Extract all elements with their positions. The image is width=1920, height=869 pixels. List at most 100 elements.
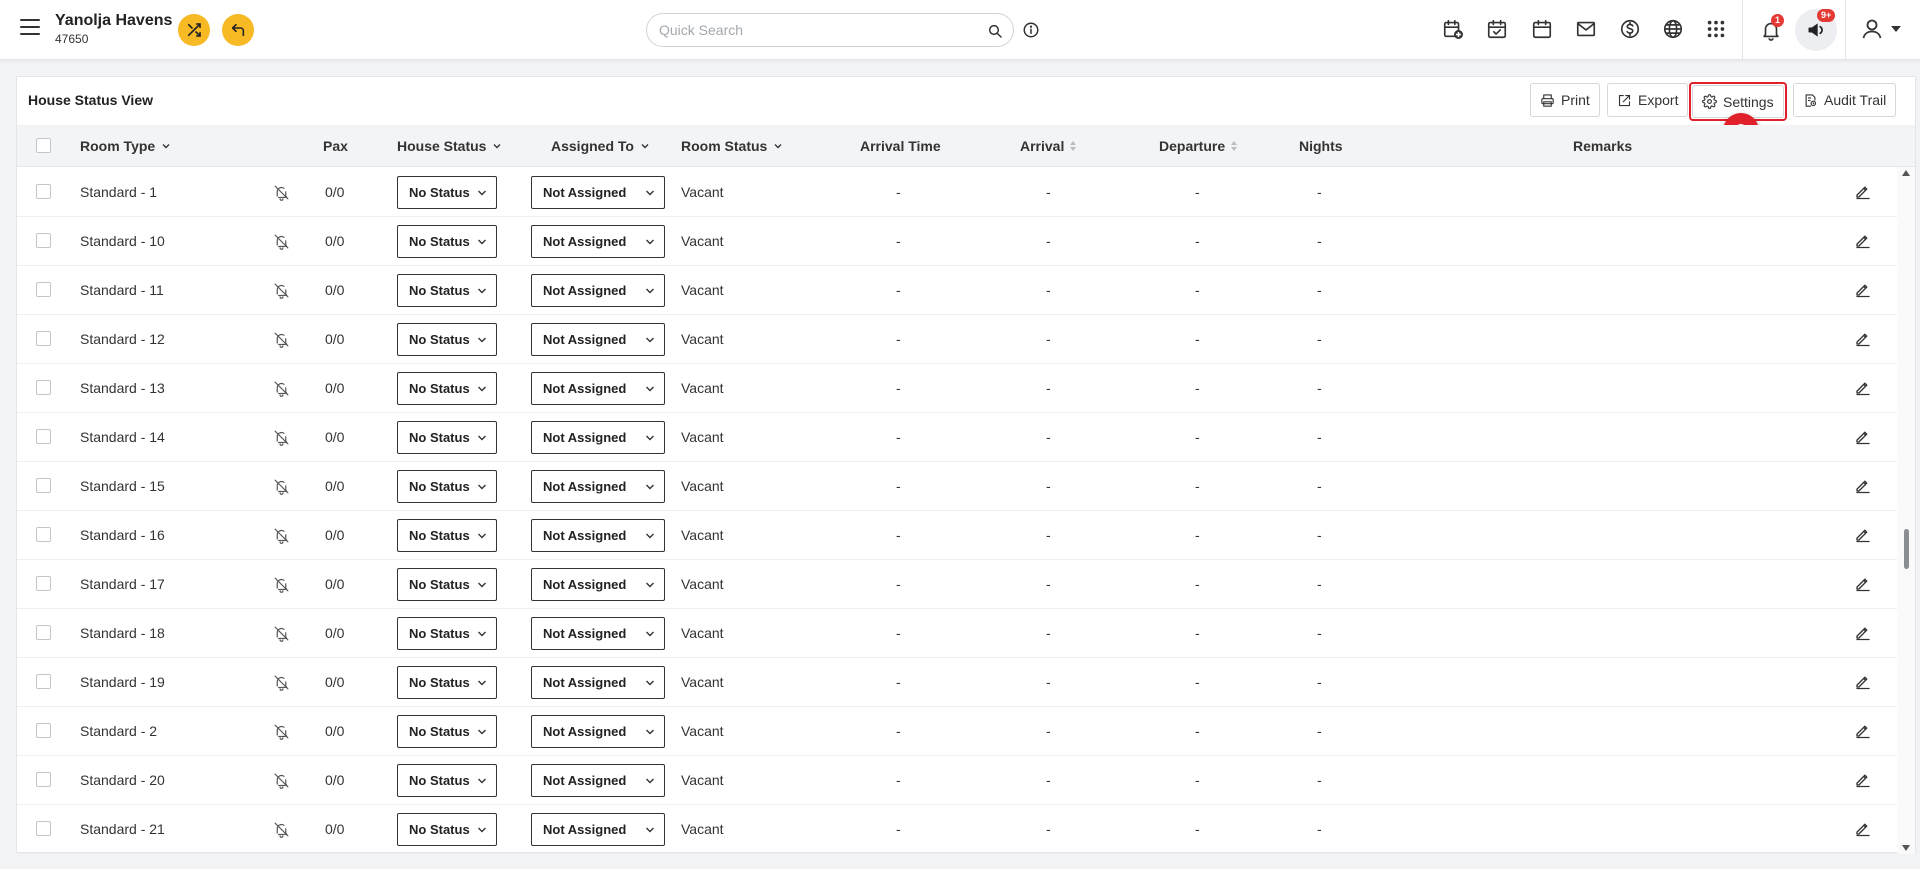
row-checkbox[interactable] xyxy=(36,282,51,297)
house-status-select[interactable]: No Status xyxy=(397,764,497,797)
do-not-disturb-icon xyxy=(274,381,289,397)
edit-icon[interactable] xyxy=(1854,623,1872,641)
search-input[interactable] xyxy=(659,22,959,38)
assigned-to-value: Not Assigned xyxy=(543,479,627,494)
edit-icon[interactable] xyxy=(1854,476,1872,494)
quick-search[interactable] xyxy=(646,13,1014,47)
row-checkbox[interactable] xyxy=(36,331,51,346)
row-checkbox[interactable] xyxy=(36,821,51,836)
column-room-status[interactable]: Room Status xyxy=(681,138,783,154)
column-house-status[interactable]: House Status xyxy=(397,138,502,154)
assigned-to-select[interactable]: Not Assigned xyxy=(531,666,665,699)
assigned-to-select[interactable]: Not Assigned xyxy=(531,372,665,405)
print-label: Print xyxy=(1561,92,1590,108)
audit-trail-button[interactable]: Audit Trail xyxy=(1793,83,1897,117)
house-status-select[interactable]: No Status xyxy=(397,323,497,356)
row-checkbox[interactable] xyxy=(36,625,51,640)
nights-value: - xyxy=(1317,282,1322,298)
info-icon[interactable] xyxy=(1022,21,1040,39)
row-checkbox[interactable] xyxy=(36,380,51,395)
search-icon[interactable] xyxy=(987,23,1003,39)
scrollbar-thumb[interactable] xyxy=(1904,529,1909,569)
nights-value: - xyxy=(1317,331,1322,347)
row-checkbox[interactable] xyxy=(36,527,51,542)
megaphone-icon xyxy=(1808,23,1823,37)
assigned-to-select[interactable]: Not Assigned xyxy=(531,715,665,748)
assigned-to-select[interactable]: Not Assigned xyxy=(531,617,665,650)
house-status-select[interactable]: No Status xyxy=(397,372,497,405)
arrival-value: - xyxy=(1046,184,1051,200)
house-status-select[interactable]: No Status xyxy=(397,225,497,258)
room-status-value: Vacant xyxy=(681,478,724,494)
row-checkbox[interactable] xyxy=(36,184,51,199)
assigned-to-select[interactable]: Not Assigned xyxy=(531,274,665,307)
scroll-up-arrow[interactable] xyxy=(1902,170,1910,176)
house-status-select[interactable]: No Status xyxy=(397,715,497,748)
globe-icon[interactable] xyxy=(1662,18,1684,40)
column-room-type[interactable]: Room Type xyxy=(80,138,171,154)
column-departure[interactable]: Departure xyxy=(1159,138,1238,154)
house-status-select[interactable]: No Status xyxy=(397,813,497,846)
user-avatar-icon[interactable] xyxy=(1860,17,1884,41)
edit-icon[interactable] xyxy=(1854,378,1872,396)
export-button[interactable]: Export xyxy=(1607,83,1689,117)
row-checkbox[interactable] xyxy=(36,772,51,787)
row-checkbox[interactable] xyxy=(36,478,51,493)
edit-icon[interactable] xyxy=(1854,231,1872,249)
house-status-select[interactable]: No Status xyxy=(397,568,497,601)
row-checkbox[interactable] xyxy=(36,233,51,248)
assigned-to-select[interactable]: Not Assigned xyxy=(531,421,665,454)
calendar-icon[interactable] xyxy=(1531,18,1553,40)
assigned-to-select[interactable]: Not Assigned xyxy=(531,470,665,503)
vertical-scrollbar[interactable] xyxy=(1897,167,1915,854)
user-menu-caret-icon[interactable] xyxy=(1890,24,1902,34)
arrival-value: - xyxy=(1046,478,1051,494)
apps-grid-icon[interactable] xyxy=(1705,18,1727,40)
shuffle-button[interactable] xyxy=(178,14,210,46)
calendar-add-icon[interactable] xyxy=(1442,18,1464,40)
calendar-check-icon[interactable] xyxy=(1486,18,1508,40)
house-status-value: No Status xyxy=(409,773,470,788)
house-status-select[interactable]: No Status xyxy=(397,519,497,552)
undo-button[interactable] xyxy=(222,14,254,46)
row-checkbox[interactable] xyxy=(36,429,51,444)
pax-value: 0/0 xyxy=(325,478,345,494)
edit-icon[interactable] xyxy=(1854,770,1872,788)
edit-icon[interactable] xyxy=(1854,672,1872,690)
assigned-to-select[interactable]: Not Assigned xyxy=(531,323,665,356)
assigned-to-select[interactable]: Not Assigned xyxy=(531,568,665,601)
scroll-down-arrow[interactable] xyxy=(1902,845,1910,851)
house-status-select[interactable]: No Status xyxy=(397,617,497,650)
room-name: Standard - 16 xyxy=(80,527,165,543)
hamburger-menu-icon[interactable] xyxy=(20,19,40,37)
edit-icon[interactable] xyxy=(1854,280,1872,298)
edit-icon[interactable] xyxy=(1854,574,1872,592)
assigned-to-select[interactable]: Not Assigned xyxy=(531,176,665,209)
house-status-select[interactable]: No Status xyxy=(397,470,497,503)
edit-icon[interactable] xyxy=(1854,182,1872,200)
mail-icon[interactable] xyxy=(1575,18,1597,40)
currency-icon[interactable] xyxy=(1619,18,1641,40)
column-assigned-to[interactable]: Assigned To xyxy=(551,138,650,154)
edit-icon[interactable] xyxy=(1854,525,1872,543)
column-arrival[interactable]: Arrival xyxy=(1020,138,1077,154)
select-all-checkbox[interactable] xyxy=(36,138,51,153)
assigned-to-select[interactable]: Not Assigned xyxy=(531,764,665,797)
house-status-select[interactable]: No Status xyxy=(397,176,497,209)
edit-icon[interactable] xyxy=(1854,427,1872,445)
house-status-select[interactable]: No Status xyxy=(397,421,497,454)
edit-icon[interactable] xyxy=(1854,721,1872,739)
assigned-to-select[interactable]: Not Assigned xyxy=(531,813,665,846)
row-checkbox[interactable] xyxy=(36,674,51,689)
edit-icon[interactable] xyxy=(1854,329,1872,347)
edit-icon[interactable] xyxy=(1854,819,1872,837)
do-not-disturb-icon xyxy=(274,332,289,348)
assigned-to-select[interactable]: Not Assigned xyxy=(531,225,665,258)
house-status-select[interactable]: No Status xyxy=(397,666,497,699)
house-status-select[interactable]: No Status xyxy=(397,274,497,307)
print-button[interactable]: Print xyxy=(1530,83,1600,117)
assigned-to-select[interactable]: Not Assigned xyxy=(531,519,665,552)
row-checkbox[interactable] xyxy=(36,723,51,738)
row-checkbox[interactable] xyxy=(36,576,51,591)
departure-value: - xyxy=(1195,576,1200,592)
